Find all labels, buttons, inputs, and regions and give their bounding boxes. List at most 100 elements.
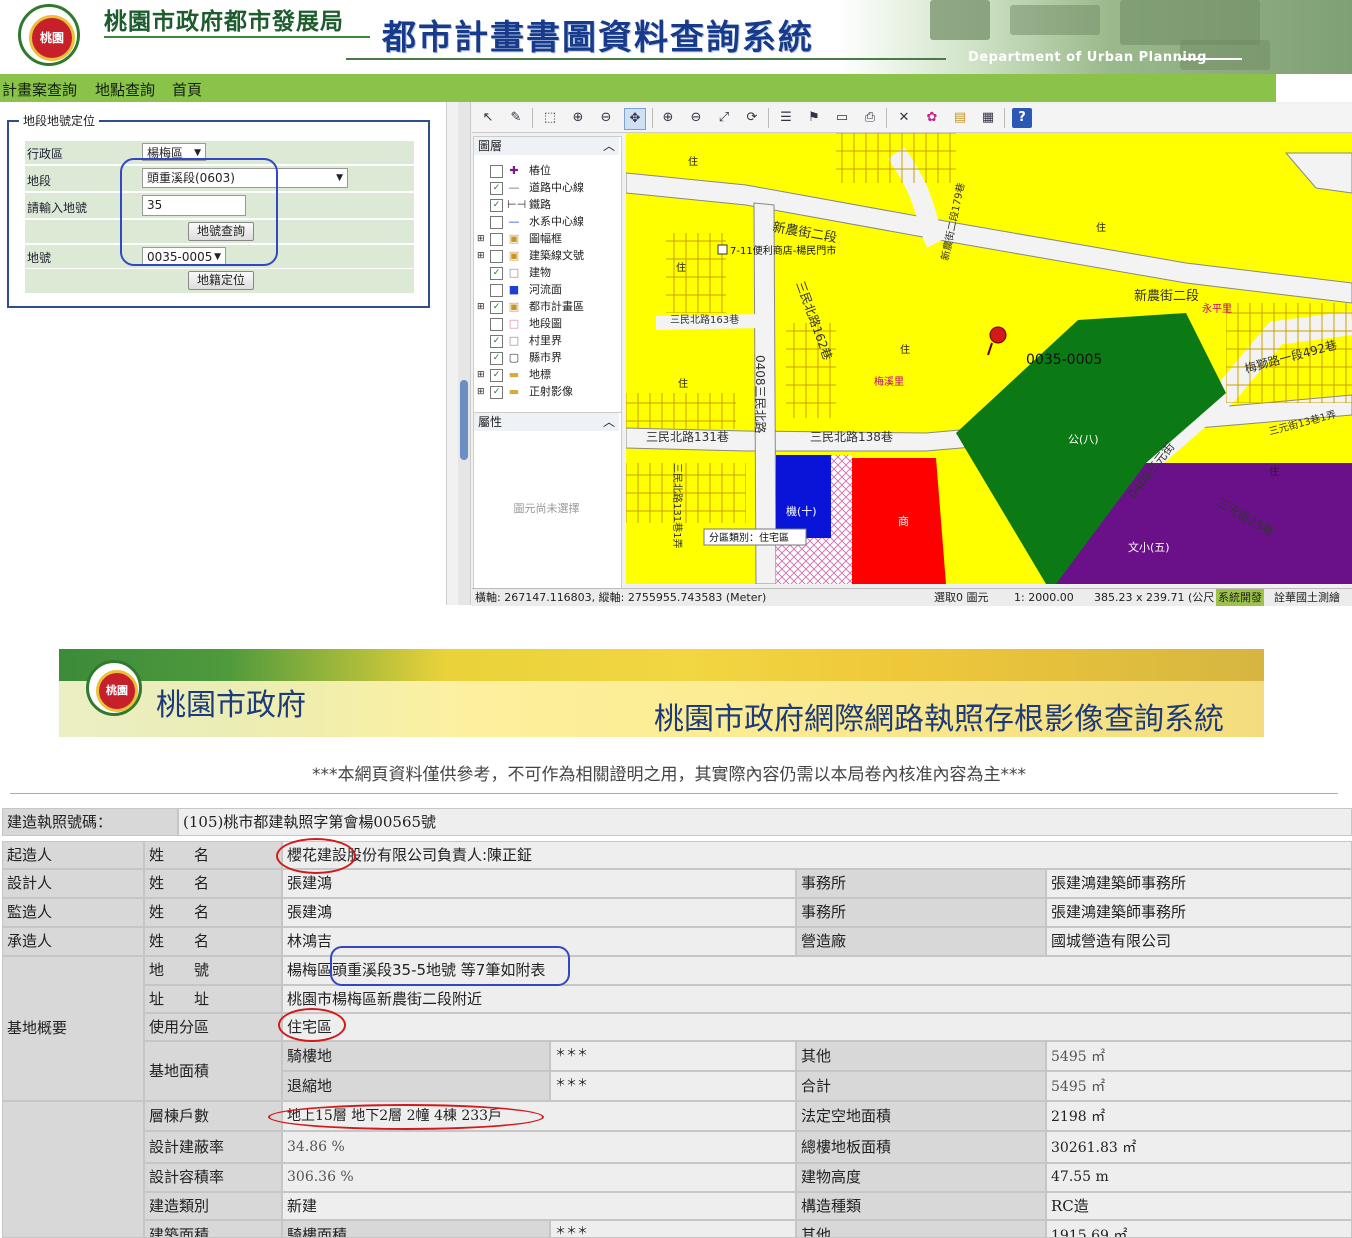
field-lot: 地 號 xyxy=(144,956,282,985)
layer-name: 河流面 xyxy=(529,283,562,296)
clear-icon[interactable]: ✕ xyxy=(894,108,914,128)
layer-checkbox[interactable]: ✓ xyxy=(490,182,503,195)
layer-checkbox[interactable] xyxy=(490,250,503,263)
field-coverage: 設計建蔽率 xyxy=(144,1131,282,1163)
overview-icon[interactable]: ▦ xyxy=(978,108,998,128)
list-icon[interactable]: ☰ xyxy=(776,108,796,128)
layer-checkbox[interactable]: ✓ xyxy=(490,301,503,314)
layer-checkbox[interactable] xyxy=(490,216,503,229)
folder-icon[interactable]: ▤ xyxy=(950,108,970,128)
zoom-prev-icon[interactable]: ⊕ xyxy=(658,108,678,128)
flag-icon[interactable]: ⚑ xyxy=(804,108,824,128)
full-extent-icon[interactable]: ⤢ xyxy=(714,108,734,128)
layers-header[interactable]: 圖層 ︿ xyxy=(474,137,619,155)
group-icon: ▣ xyxy=(508,232,520,245)
box-icon: □ xyxy=(508,266,520,279)
locate-button[interactable]: 地籍定位 xyxy=(188,271,254,290)
site-summary-label: 基地概要 xyxy=(2,956,144,1101)
collapse-icon[interactable]: ︿ xyxy=(603,137,615,155)
city-logo: 桃園 xyxy=(86,660,142,716)
lot-input-label: 請輸入地號 xyxy=(27,201,88,215)
print-icon[interactable]: ⎙ xyxy=(860,108,880,128)
expand-icon[interactable]: ⊞ xyxy=(477,299,486,315)
value-zone: 住宅區 xyxy=(282,1013,1352,1041)
annotation-oval-red xyxy=(278,1008,346,1042)
map-label-zone: 住 xyxy=(1269,465,1279,478)
value-build-type: 新建 xyxy=(282,1192,796,1220)
banner-divider xyxy=(104,36,370,38)
field-height: 建物高度 xyxy=(796,1163,1046,1192)
attributes-empty-text: 圖元尚未選擇 xyxy=(513,502,580,515)
nav-home[interactable]: 首頁 xyxy=(172,79,202,100)
zone-hatched xyxy=(831,455,852,538)
value-other: 5495 ㎡ xyxy=(1046,1041,1352,1071)
splitter-handle[interactable] xyxy=(460,380,468,460)
zoom-out-icon[interactable]: ⊖ xyxy=(596,108,616,128)
blue-line-icon: — xyxy=(508,215,520,228)
nav-location-query[interactable]: 地點查詢 xyxy=(95,79,155,100)
section-label: 地段 xyxy=(27,174,52,188)
layer-name: 地段圖 xyxy=(529,317,562,330)
status-selected: 選取0 圖元 xyxy=(934,591,989,604)
zoning-map[interactable]: 住 住 住 住 住 住 公(八) 商 文小(五) 機(十) 新農街二段 新農街二… xyxy=(626,133,1352,584)
layer-checkbox[interactable]: ✓ xyxy=(490,386,503,399)
blue-box-icon: ■ xyxy=(508,283,520,296)
zoom-next-icon[interactable]: ⊖ xyxy=(686,108,706,128)
pink-box-icon: □ xyxy=(508,317,520,330)
field-setback: 退縮地 xyxy=(282,1071,550,1101)
map-label-road: 新農街二段 xyxy=(1134,288,1199,304)
layer-checkbox[interactable] xyxy=(490,284,503,297)
map-toolbar: ↖ ✎ ⬚ ⊕ ⊖ ✥ ⊕ ⊖ ⤢ ⟳ ☰ ⚑ ▭ ⎙ ✕ ✿ ▤ ▦ ? xyxy=(472,104,1352,133)
help-icon[interactable]: ? xyxy=(1012,108,1032,128)
field-build-type: 建造類別 xyxy=(144,1192,282,1220)
annotation-oval-blue xyxy=(330,946,570,986)
map-tooltip-text: 分區類別：住宅區 xyxy=(709,531,789,544)
value-far: 306.36 % xyxy=(282,1163,796,1192)
map-label-zone: 住 xyxy=(678,377,688,390)
annotation-oval-red xyxy=(276,838,356,874)
pan-icon[interactable]: ✥ xyxy=(624,108,646,130)
field-floors: 層棟戶數 xyxy=(144,1101,282,1131)
value-supervisor-office: 張建鴻建築師事務所 xyxy=(1046,898,1352,927)
measure-icon[interactable]: ▭ xyxy=(832,108,852,128)
layers-header-text: 圖層 xyxy=(478,139,503,153)
layer-checkbox[interactable] xyxy=(490,318,503,331)
select-icon[interactable]: ✎ xyxy=(506,108,526,128)
expand-icon[interactable]: ⊞ xyxy=(477,367,486,383)
folder-icon: ▬ xyxy=(508,385,520,398)
layer-checkbox[interactable] xyxy=(490,165,503,178)
status-dev[interactable]: 系統開發 xyxy=(1216,589,1264,606)
system-title: 都市計畫書圖資料查詢系統 xyxy=(382,18,814,58)
expand-icon[interactable]: ⊞ xyxy=(477,231,486,247)
layer-checkbox[interactable]: ✓ xyxy=(490,369,503,382)
divider xyxy=(10,793,1338,794)
shop-icon xyxy=(717,244,728,255)
layer-checkbox[interactable]: ✓ xyxy=(490,335,503,348)
collapse-icon[interactable]: ︿ xyxy=(603,413,615,431)
layers-icon[interactable]: ✿ xyxy=(922,108,942,128)
pointer-icon[interactable]: ↖ xyxy=(478,108,498,128)
map-label-village: 梅溪里 xyxy=(874,375,904,388)
toolbar-separator xyxy=(652,108,653,128)
zoom-in-icon[interactable]: ⊕ xyxy=(568,108,588,128)
expand-icon[interactable]: ⊞ xyxy=(477,248,486,264)
zone-institution[interactable] xyxy=(776,455,831,538)
form-row-locate: 地籍定位 xyxy=(25,269,414,295)
attributes-header[interactable]: 屬性 ︿ xyxy=(474,413,619,431)
expand-icon[interactable]: ⊞ xyxy=(477,384,486,400)
buildings xyxy=(666,233,726,313)
field-builder: 營造廠 xyxy=(796,927,1046,956)
layer-checkbox[interactable] xyxy=(490,233,503,246)
layer-checkbox[interactable]: ✓ xyxy=(490,199,503,212)
layer-checkbox[interactable]: ✓ xyxy=(490,267,503,280)
zoom-box-icon[interactable]: ⬚ xyxy=(540,108,560,128)
panel-splitter[interactable] xyxy=(458,102,471,605)
refresh-icon[interactable]: ⟳ xyxy=(742,108,762,128)
nav-plan-query[interactable]: 計畫案查詢 xyxy=(2,79,77,100)
layer-name: 建物 xyxy=(529,266,551,279)
role-supervisor: 監造人 xyxy=(2,898,144,927)
layer-name: 建築線文號 xyxy=(529,249,584,262)
layer-checkbox[interactable]: ✓ xyxy=(490,352,503,365)
city-logo-text: 桃園 xyxy=(96,670,138,712)
field-open-space: 法定空地面積 xyxy=(796,1101,1046,1131)
